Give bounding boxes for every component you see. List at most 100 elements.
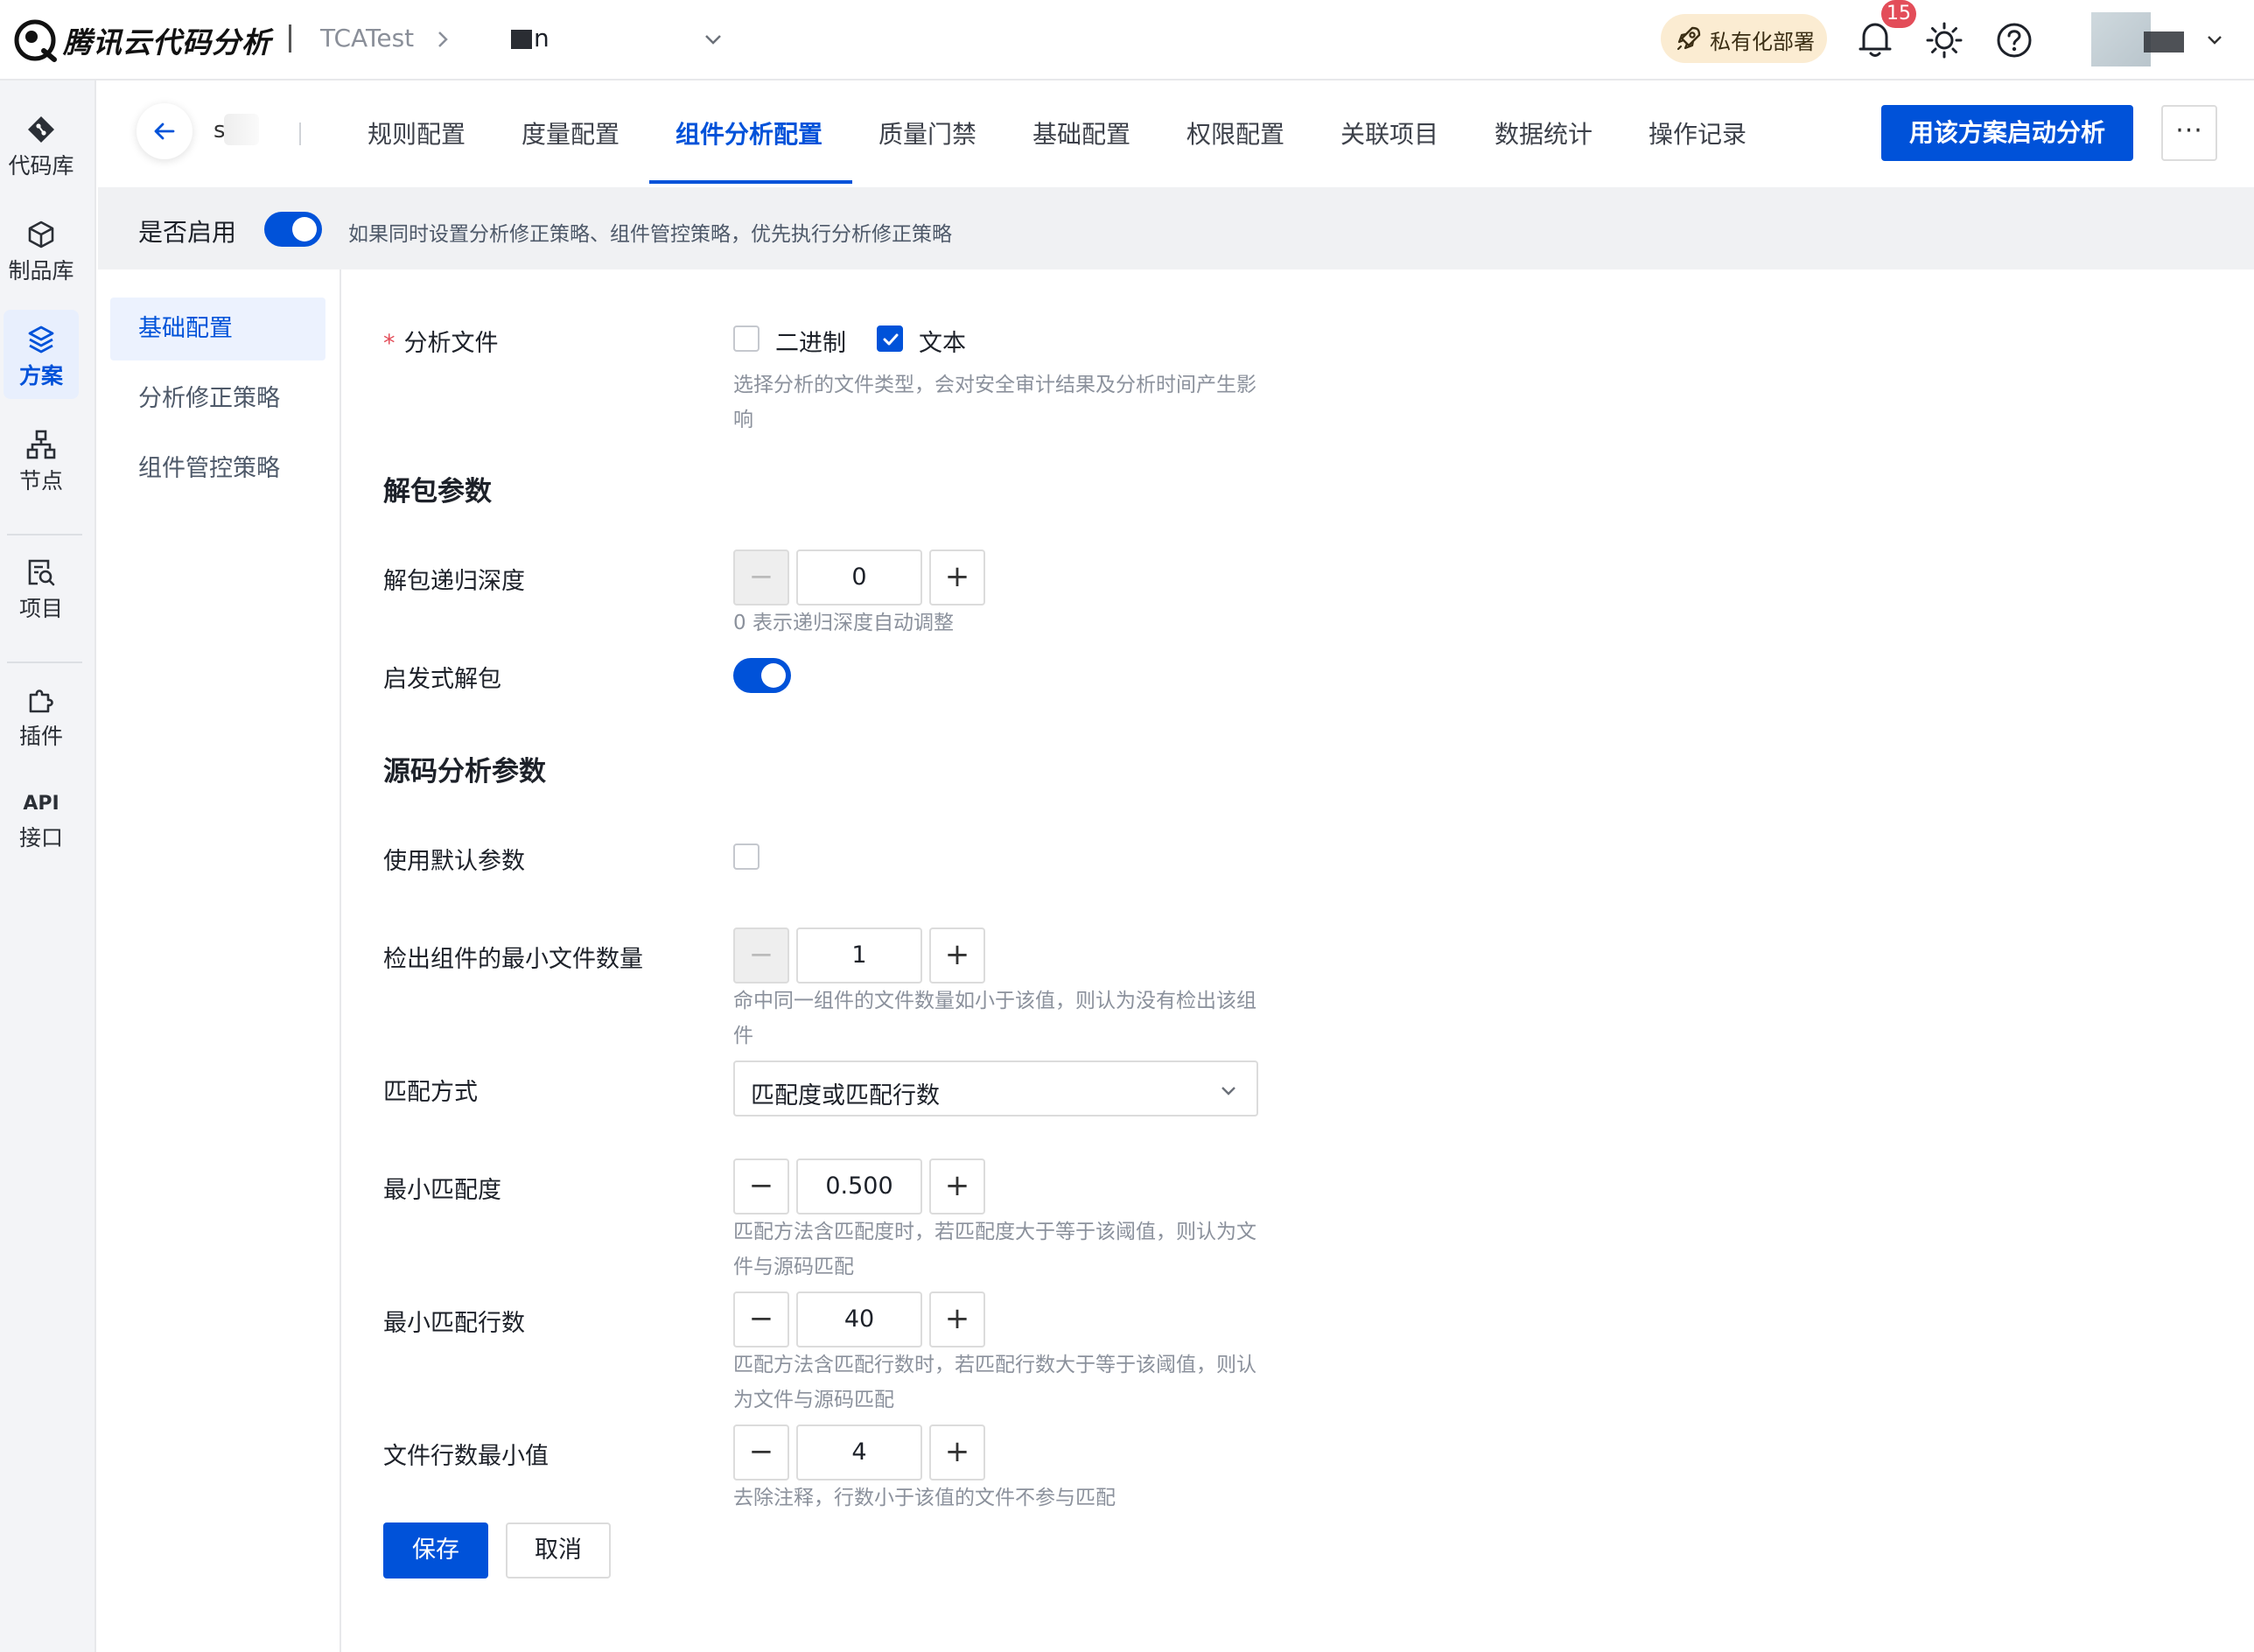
enable-toggle[interactable] <box>264 212 322 247</box>
nav-item-projects[interactable]: 项目 <box>4 542 79 632</box>
back-button[interactable] <box>136 103 192 159</box>
api-icon: API <box>23 793 60 815</box>
min-similarity-input[interactable]: 0.500 <box>796 1158 922 1214</box>
min-similarity-label: 最小匹配度 <box>383 1177 501 1204</box>
nav-item-repos[interactable]: 代码库 <box>4 100 79 189</box>
avatar[interactable] <box>2091 12 2151 66</box>
nav-item-schemes[interactable]: 方案 <box>4 310 79 399</box>
nav-item-api[interactable]: API 接口 <box>4 772 79 861</box>
submenu-basic-config[interactable]: 基础配置 <box>110 298 326 360</box>
cancel-button[interactable]: 取消 <box>506 1522 611 1578</box>
min-similarity-help: 匹配方法含匹配度时，若匹配度大于等于该阈值，则认为文件与源码匹配 <box>733 1221 1256 1278</box>
help-icon[interactable] <box>1995 21 2034 60</box>
submenu-analysis-fix-policy[interactable]: 分析修正策略 <box>110 368 326 430</box>
start-analysis-button[interactable]: 用该方案启动分析 <box>1881 105 2133 161</box>
match-method-label: 匹配方式 <box>383 1079 478 1106</box>
tab-basic-config[interactable]: 基础配置 <box>1032 116 1130 150</box>
file-min-lines-increment[interactable]: + <box>929 1424 985 1480</box>
min-lines-label: 最小匹配行数 <box>383 1310 525 1337</box>
brand-title[interactable]: 腾讯云代码分析 <box>63 19 271 61</box>
tca-logo-icon[interactable] <box>10 16 60 65</box>
heuristic-unpack-toggle[interactable] <box>733 658 791 693</box>
tab-rules[interactable]: 规则配置 <box>368 116 466 150</box>
binary-checkbox-label[interactable]: 二进制 <box>775 324 846 358</box>
nav-label: 插件 <box>18 724 63 749</box>
nav-label: 节点 <box>18 468 63 494</box>
tab-permissions[interactable]: 权限配置 <box>1186 116 1284 150</box>
nav-label: 代码库 <box>8 153 74 178</box>
toggle-knob <box>761 663 786 688</box>
heuristic-unpack-label: 启发式解包 <box>383 666 501 693</box>
username-redaction <box>2144 32 2184 52</box>
recursion-depth-input[interactable]: 0 <box>796 550 922 606</box>
min-files-decrement[interactable]: − <box>733 928 789 984</box>
brand-divider <box>289 24 291 52</box>
recursion-depth-increment[interactable]: + <box>929 550 985 606</box>
use-default-checkbox[interactable] <box>733 844 760 870</box>
git-icon <box>25 114 57 145</box>
tab-quality-gate[interactable]: 质量门禁 <box>878 116 976 150</box>
notification-count-badge: 15 <box>1881 0 1916 28</box>
file-min-lines-decrement[interactable]: − <box>733 1424 789 1480</box>
rocket-icon <box>1675 24 1703 52</box>
use-default-label: 使用默认参数 <box>383 848 525 875</box>
chevron-down-icon <box>1218 1080 1239 1101</box>
project-search-icon <box>25 556 57 588</box>
text-checkbox[interactable] <box>877 326 903 352</box>
nav-divider <box>7 662 82 663</box>
chevron-down-icon[interactable] <box>2205 30 2224 49</box>
left-nav: 代码库 制品库 方案 节点 项目 插件 API 接口 <box>0 80 96 1652</box>
more-actions-button[interactable]: ··· <box>2161 105 2217 161</box>
private-deploy-button[interactable]: 私有化部署 <box>1661 14 1827 63</box>
arrow-left-icon <box>154 122 175 140</box>
text-checkbox-label[interactable]: 文本 <box>919 324 966 358</box>
min-similarity-increment[interactable]: + <box>929 1158 985 1214</box>
sun-theme-icon[interactable] <box>1925 21 1964 60</box>
nav-item-plugins[interactable]: 插件 <box>4 670 79 760</box>
nav-label: 项目 <box>18 596 63 621</box>
save-button[interactable]: 保存 <box>383 1522 488 1578</box>
nodes-icon <box>25 429 57 460</box>
min-files-input[interactable]: 1 <box>796 928 922 984</box>
min-files-increment[interactable]: + <box>929 928 985 984</box>
tab-statistics[interactable]: 数据统计 <box>1494 116 1592 150</box>
enable-hint: 如果同时设置分析修正策略、组件管控策略，优先执行分析修正策略 <box>348 223 952 246</box>
min-lines-input[interactable]: 40 <box>796 1292 922 1348</box>
check-icon <box>883 333 899 346</box>
enable-label: 是否启用 <box>138 218 237 247</box>
nav-item-artifacts[interactable]: 制品库 <box>4 205 79 294</box>
match-method-select[interactable]: 匹配度或匹配行数 <box>733 1060 1258 1116</box>
project-name-redaction <box>511 30 532 49</box>
chevron-down-icon[interactable] <box>702 28 724 51</box>
toggle-knob <box>292 217 317 242</box>
min-lines-decrement[interactable]: − <box>733 1292 789 1348</box>
puzzle-icon <box>25 684 57 716</box>
min-similarity-decrement[interactable]: − <box>733 1158 789 1214</box>
tab-metrics[interactable]: 度量配置 <box>522 116 620 150</box>
tab-divider <box>299 122 301 145</box>
project-breadcrumb[interactable]: n <box>534 24 550 52</box>
min-lines-increment[interactable]: + <box>929 1292 985 1348</box>
chevron-right-icon <box>434 30 452 49</box>
recursion-depth-label: 解包递归深度 <box>383 568 525 595</box>
submenu-component-control-policy[interactable]: 组件管控策略 <box>110 438 326 500</box>
analysis-files-label-text: 分析文件 <box>403 330 499 357</box>
nav-item-nodes[interactable]: 节点 <box>4 415 79 504</box>
nav-label: 接口 <box>18 825 63 850</box>
analysis-files-label: * 分析文件 <box>383 324 499 358</box>
binary-checkbox[interactable] <box>733 326 760 352</box>
recursion-depth-decrement[interactable]: − <box>733 550 789 606</box>
file-min-lines-input[interactable]: 4 <box>796 1424 922 1480</box>
file-min-lines-help: 去除注释，行数小于该值的文件不参与匹配 <box>733 1487 1116 1509</box>
scheme-name-redaction <box>224 114 259 145</box>
private-deploy-label: 私有化部署 <box>1710 30 1815 54</box>
tab-component-analysis[interactable]: 组件分析配置 <box>676 116 822 150</box>
source-section-title: 源码分析参数 <box>383 756 546 788</box>
tab-linked-projects[interactable]: 关联项目 <box>1340 116 1438 150</box>
team-breadcrumb[interactable]: TCATest <box>320 24 414 52</box>
layers-icon <box>25 324 57 355</box>
required-mark: * <box>383 330 396 357</box>
tab-operation-log[interactable]: 操作记录 <box>1648 116 1746 150</box>
min-files-label: 检出组件的最小文件数量 <box>383 946 643 973</box>
file-min-lines-label: 文件行数最小值 <box>383 1443 549 1470</box>
